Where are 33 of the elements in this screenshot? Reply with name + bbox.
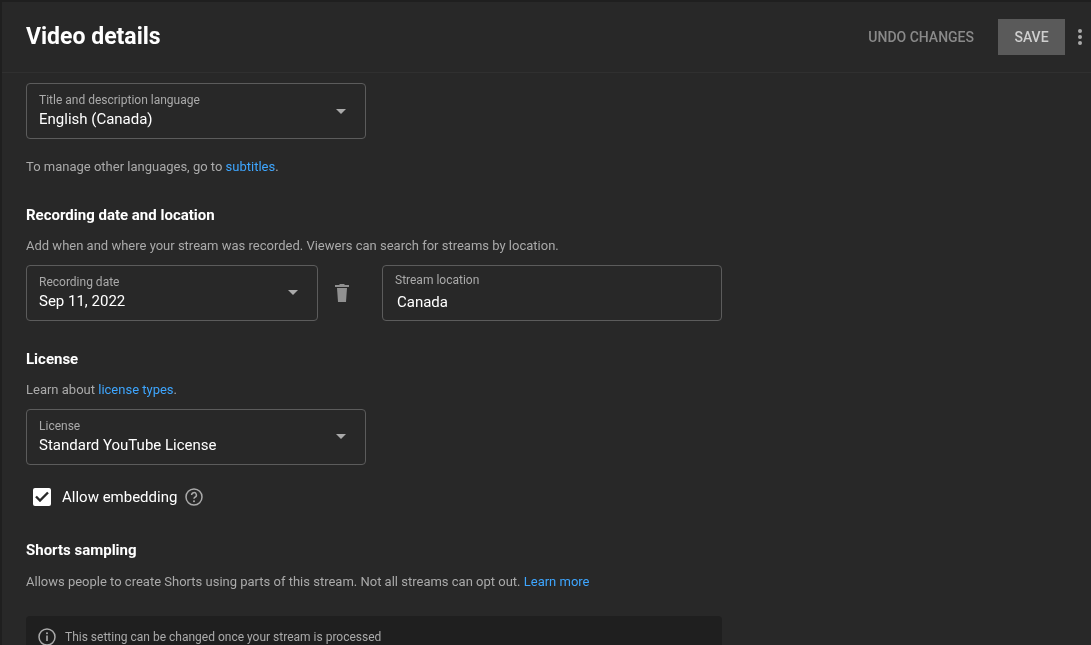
stream-location-field[interactable]: Stream location Canada bbox=[382, 264, 722, 321]
field-value: Sep 11, 2022 bbox=[39, 290, 126, 312]
section-heading: License bbox=[26, 348, 80, 370]
link[interactable]: Learn more bbox=[523, 573, 590, 589]
field-label: Title and description language bbox=[39, 92, 200, 108]
section-description: Add when and where your stream was recorded. Viewers can search for streams by location. bbox=[26, 237, 560, 255]
caret-icon bbox=[336, 108, 346, 114]
field-value: Standard YouTube License bbox=[39, 434, 217, 456]
license-help-text: Learn about license types. bbox=[26, 381, 178, 399]
language-help-text: To manage other languages, go to subtitles. bbox=[26, 158, 280, 176]
language-dropdown[interactable]: Title and description language English (Canada) bbox=[26, 83, 366, 139]
more-options-icon[interactable] bbox=[1077, 28, 1083, 46]
field-label: Recording date bbox=[39, 273, 121, 290]
link[interactable]: license types bbox=[98, 382, 174, 397]
page-title: Video details bbox=[26, 21, 161, 52]
field-label: Stream location bbox=[395, 272, 480, 288]
section-heading: Shorts sampling bbox=[26, 540, 138, 561]
trash-icon[interactable] bbox=[334, 283, 350, 302]
recording-date-dropdown[interactable]: Recording date Sep 11, 2022 bbox=[26, 264, 318, 321]
section-heading: Recording date and location bbox=[26, 204, 216, 226]
license-dropdown[interactable]: License Standard YouTube License bbox=[26, 408, 366, 465]
field-value: Canada bbox=[397, 292, 449, 313]
caret-icon bbox=[336, 434, 346, 439]
undo-changes-button[interactable]: UNDO CHANGES bbox=[860, 18, 982, 56]
allow-embedding-label: Allow embedding bbox=[62, 486, 178, 508]
field-label: License bbox=[39, 417, 82, 434]
help-icon[interactable] bbox=[185, 487, 204, 506]
field-value: English (Canada) bbox=[39, 109, 154, 130]
info-icon bbox=[38, 628, 56, 645]
caret-icon bbox=[288, 290, 298, 295]
notice-text: This setting can be changed once your stream is processed bbox=[65, 629, 382, 645]
allow-embedding-checkbox[interactable] bbox=[33, 487, 51, 506]
section-description: Allows people to create Shorts using parts of this stream. Not all streams can opt out. Learn more bbox=[26, 572, 591, 591]
